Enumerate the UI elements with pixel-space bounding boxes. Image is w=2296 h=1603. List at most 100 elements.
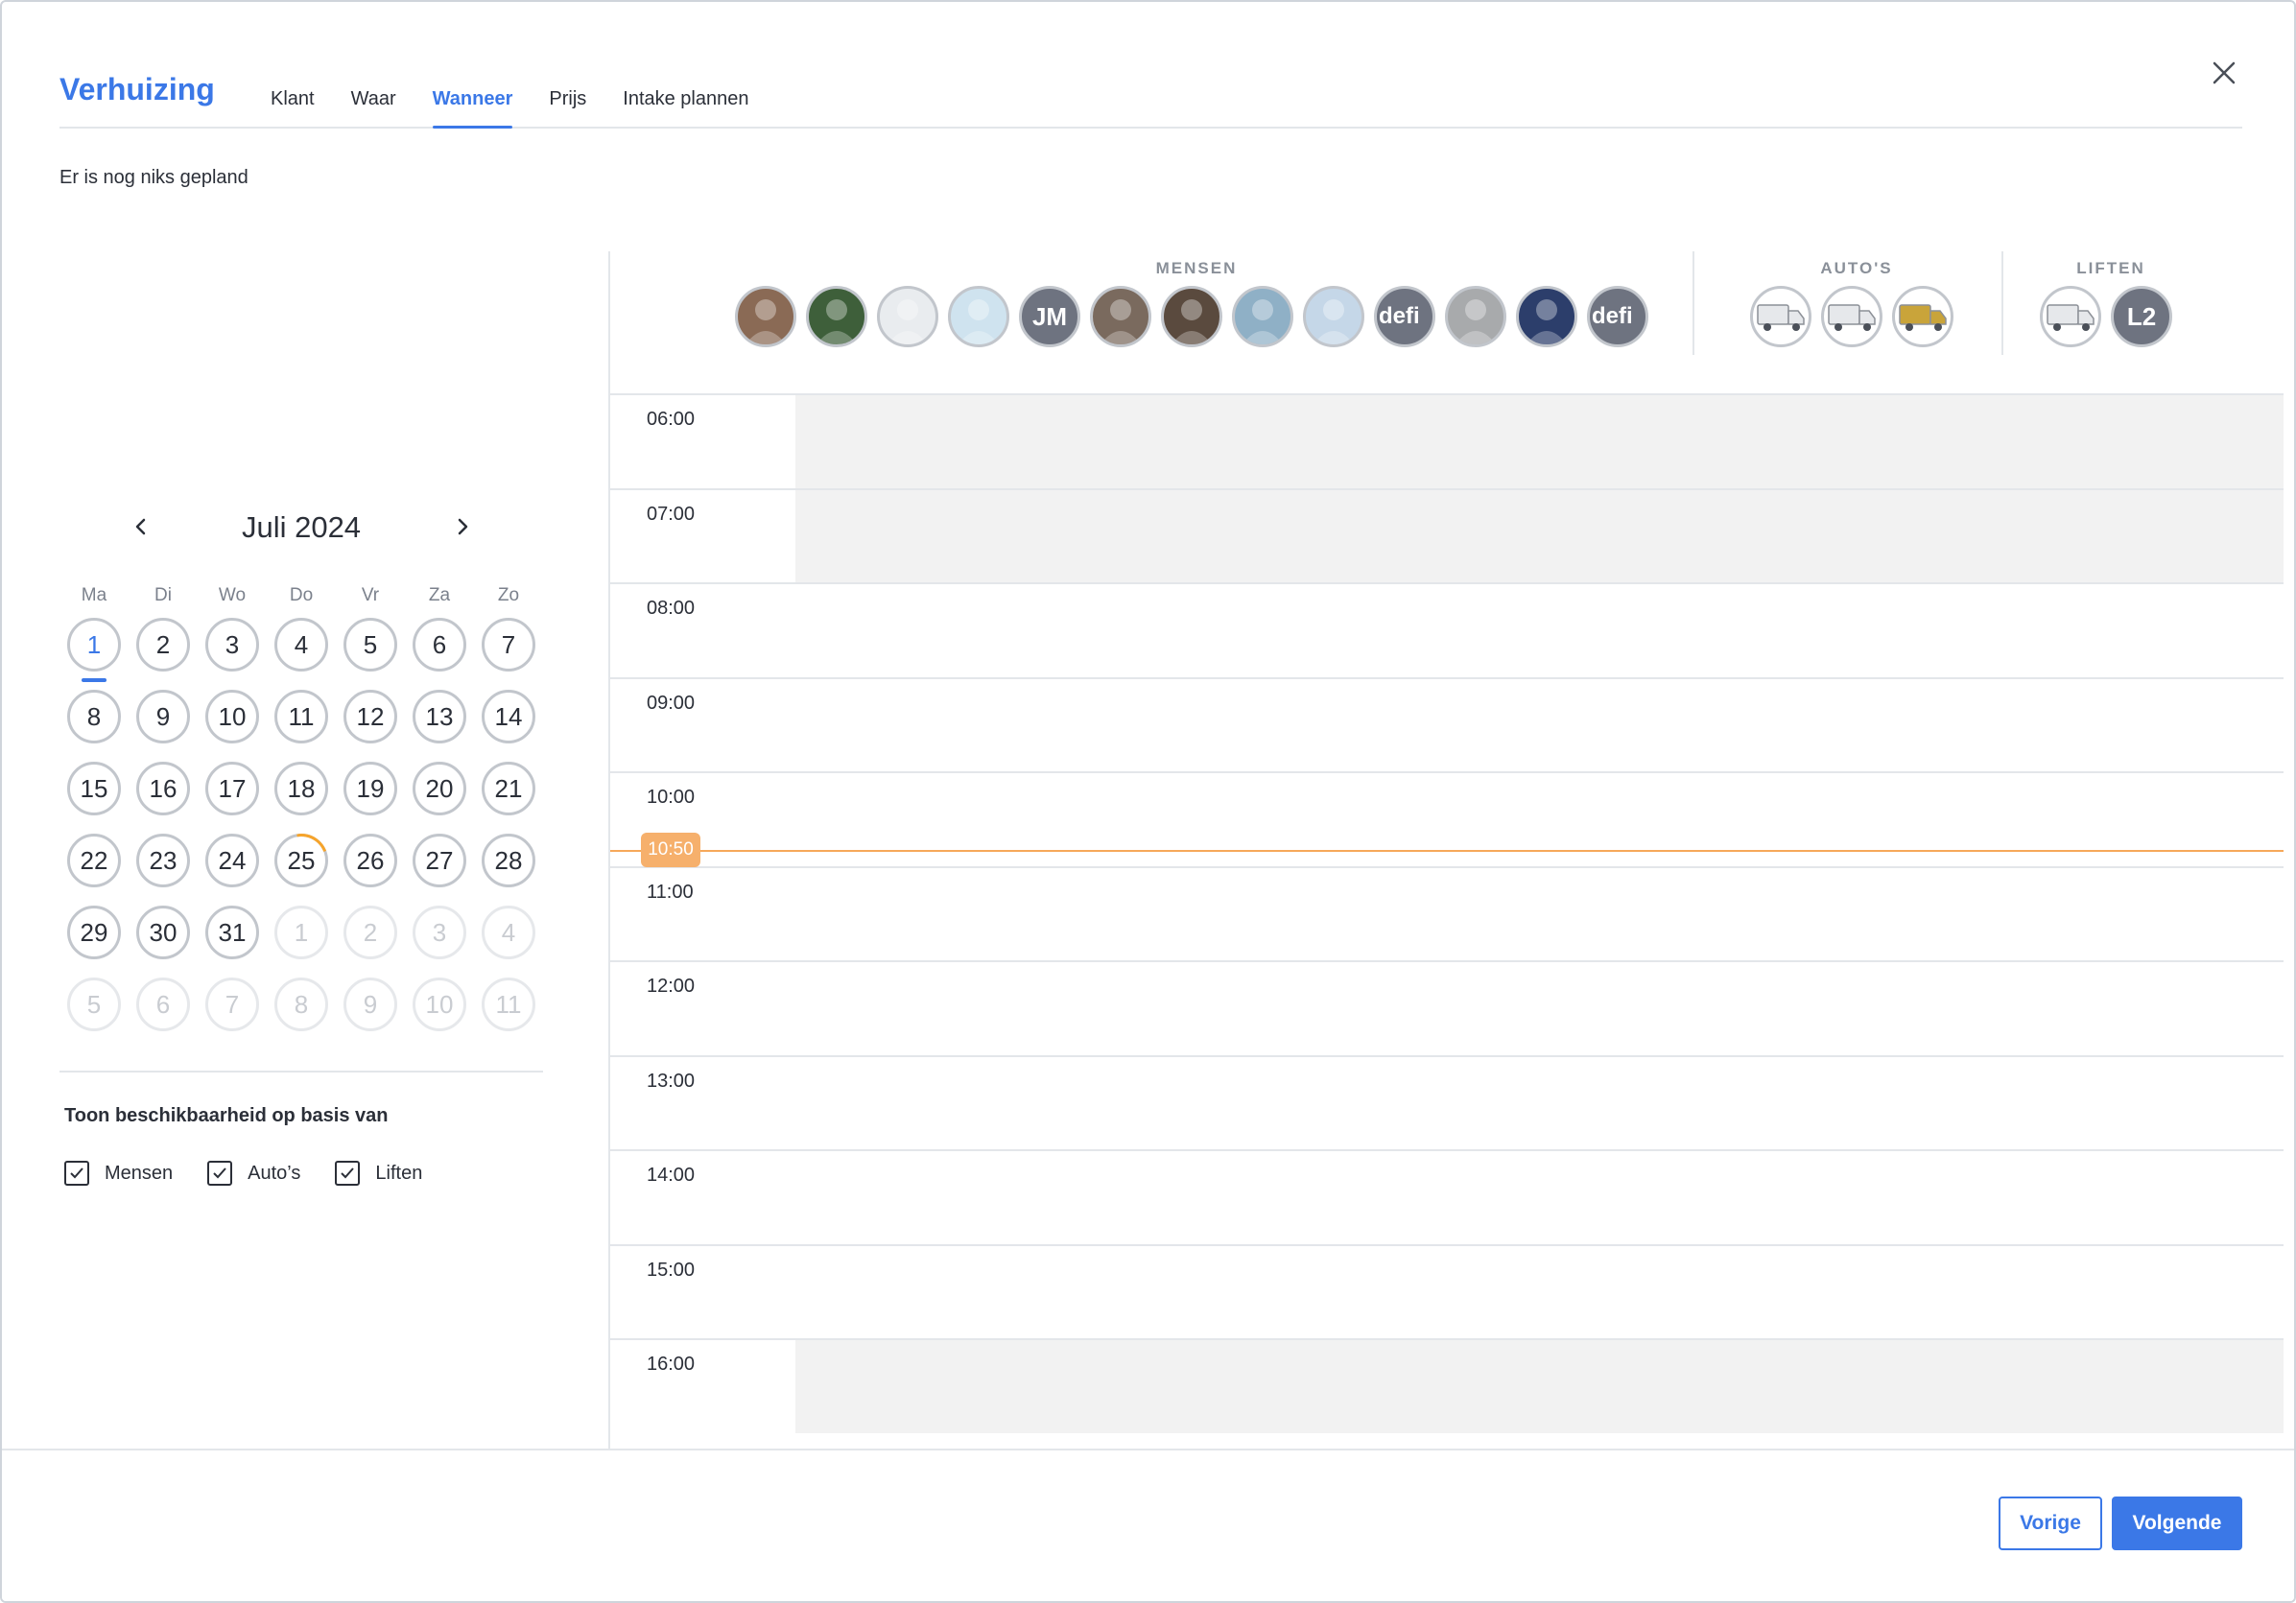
weekday-label: Zo bbox=[497, 585, 520, 605]
checkbox-checked-icon[interactable] bbox=[335, 1161, 361, 1186]
resource-avatars: JM defi defi bbox=[735, 286, 1658, 347]
calendar-day[interactable]: 27 bbox=[413, 834, 466, 887]
calendar-day[interactable]: 15 bbox=[67, 762, 121, 815]
calendar-day[interactable]: 8 bbox=[274, 978, 328, 1031]
checkbox-checked-icon[interactable] bbox=[64, 1161, 89, 1186]
time-slot[interactable]: 11:00 bbox=[610, 865, 2284, 961]
time-slot[interactable]: 15:00 bbox=[610, 1243, 2284, 1339]
calendar-day[interactable]: 17 bbox=[205, 762, 259, 815]
time-slot[interactable]: 16:00 bbox=[610, 1338, 2284, 1433]
checkbox-label: Mensen bbox=[105, 1162, 174, 1184]
calendar-day[interactable]: 25 bbox=[274, 834, 328, 887]
tab-klant[interactable]: Klant bbox=[271, 81, 315, 129]
calendar-day[interactable]: 31 bbox=[205, 906, 259, 959]
person-avatar[interactable] bbox=[1090, 286, 1151, 347]
person-avatar[interactable] bbox=[1232, 286, 1293, 347]
calendar-day[interactable]: 24 bbox=[205, 834, 259, 887]
truck-avatar[interactable] bbox=[1750, 286, 1811, 347]
avatar-initials[interactable]: L2 bbox=[2111, 286, 2172, 347]
time-slot[interactable]: 08:00 bbox=[610, 582, 2284, 677]
tab-wanneer[interactable]: Wanneer bbox=[432, 81, 512, 129]
person-avatar[interactable] bbox=[877, 286, 938, 347]
previous-button[interactable]: Vorige bbox=[1999, 1497, 2102, 1550]
person-avatar[interactable] bbox=[1445, 286, 1506, 347]
calendar-day[interactable]: 3 bbox=[413, 906, 466, 959]
next-button[interactable]: Volgende bbox=[2112, 1497, 2242, 1550]
calendar-day[interactable]: 8 bbox=[67, 690, 121, 743]
calendar-day[interactable]: 6 bbox=[136, 978, 190, 1031]
calendar-day[interactable]: 4 bbox=[274, 618, 328, 672]
calendar-day[interactable]: 6 bbox=[413, 618, 466, 672]
calendar-day[interactable]: 28 bbox=[482, 834, 535, 887]
calendar-day[interactable]: 22 bbox=[67, 834, 121, 887]
time-slot[interactable]: 07:00 bbox=[610, 487, 2284, 582]
calendar-day[interactable]: 11 bbox=[274, 690, 328, 743]
person-avatar[interactable] bbox=[948, 286, 1009, 347]
person-icon bbox=[817, 299, 857, 344]
time-slot[interactable]: 13:00 bbox=[610, 1054, 2284, 1150]
person-avatar[interactable] bbox=[1303, 286, 1364, 347]
tab-intake-plannen[interactable]: Intake plannen bbox=[623, 81, 748, 129]
avatar-initials[interactable]: JM bbox=[1019, 286, 1080, 347]
calendar-day[interactable]: 4 bbox=[482, 906, 535, 959]
calendar-day[interactable]: 18 bbox=[274, 762, 328, 815]
calendar-day[interactable]: 20 bbox=[413, 762, 466, 815]
truck-avatar[interactable] bbox=[1821, 286, 1882, 347]
time-label: 11:00 bbox=[647, 881, 694, 903]
calendar-day[interactable]: 11 bbox=[482, 978, 535, 1031]
divider bbox=[59, 1071, 543, 1073]
calendar-day[interactable]: 10 bbox=[205, 690, 259, 743]
calendar-day[interactable]: 2 bbox=[136, 618, 190, 672]
time-slot[interactable]: 06:00 bbox=[610, 393, 2284, 488]
tab-waar[interactable]: Waar bbox=[351, 81, 396, 129]
next-month-button[interactable] bbox=[448, 512, 477, 541]
calendar-day[interactable]: 7 bbox=[205, 978, 259, 1031]
calendar-day[interactable]: 19 bbox=[343, 762, 397, 815]
calendar-day[interactable]: 23 bbox=[136, 834, 190, 887]
person-icon bbox=[1243, 299, 1283, 344]
truck-avatar[interactable] bbox=[2040, 286, 2101, 347]
calendar-day[interactable]: 1 bbox=[67, 618, 121, 682]
resource-avatars bbox=[1750, 286, 1963, 347]
truck-avatar[interactable] bbox=[1892, 286, 1953, 347]
calendar-day[interactable]: 26 bbox=[343, 834, 397, 887]
checkbox-liften[interactable]: Liften bbox=[335, 1161, 422, 1186]
person-icon bbox=[959, 299, 999, 344]
calendar-day[interactable]: 13 bbox=[413, 690, 466, 743]
time-label: 08:00 bbox=[647, 598, 696, 619]
time-slot[interactable]: 09:00 bbox=[610, 676, 2284, 772]
person-avatar[interactable] bbox=[1516, 286, 1577, 347]
tab-prijs[interactable]: Prijs bbox=[549, 81, 586, 129]
avatar-initials[interactable]: defi bbox=[1587, 286, 1648, 347]
avatar-initials[interactable]: defi bbox=[1374, 286, 1435, 347]
calendar-day[interactable]: 21 bbox=[482, 762, 535, 815]
calendar-day[interactable]: 9 bbox=[136, 690, 190, 743]
checkbox-mensen[interactable]: Mensen bbox=[64, 1161, 173, 1186]
calendar-day[interactable]: 12 bbox=[343, 690, 397, 743]
resource-group-divider bbox=[1692, 251, 1694, 355]
calendar-day[interactable]: 9 bbox=[343, 978, 397, 1031]
calendar-day[interactable]: 29 bbox=[67, 906, 121, 959]
current-time-badge: 10:50 bbox=[641, 833, 700, 868]
resource-group-0: MENSEN JM defi defi bbox=[735, 251, 1658, 355]
time-slot[interactable]: 12:00 bbox=[610, 960, 2284, 1055]
calendar-day[interactable]: 1 bbox=[274, 906, 328, 959]
calendar-day[interactable]: 14 bbox=[482, 690, 535, 743]
person-avatar[interactable] bbox=[806, 286, 867, 347]
calendar-day[interactable]: 10 bbox=[413, 978, 466, 1031]
person-avatar[interactable] bbox=[735, 286, 796, 347]
calendar-day[interactable]: 3 bbox=[205, 618, 259, 672]
checkbox-autos[interactable]: Auto’s bbox=[207, 1161, 300, 1186]
calendar-day[interactable]: 7 bbox=[482, 618, 535, 672]
calendar-day[interactable]: 30 bbox=[136, 906, 190, 959]
close-icon bbox=[2213, 61, 2236, 84]
person-icon bbox=[1172, 299, 1212, 344]
calendar-day[interactable]: 16 bbox=[136, 762, 190, 815]
calendar-day[interactable]: 2 bbox=[343, 906, 397, 959]
person-avatar[interactable] bbox=[1161, 286, 1222, 347]
calendar-day[interactable]: 5 bbox=[67, 978, 121, 1031]
calendar-day[interactable]: 5 bbox=[343, 618, 397, 672]
time-slot[interactable]: 14:00 bbox=[610, 1149, 2284, 1244]
checkbox-checked-icon[interactable] bbox=[207, 1161, 233, 1186]
close-button[interactable] bbox=[2209, 58, 2239, 88]
